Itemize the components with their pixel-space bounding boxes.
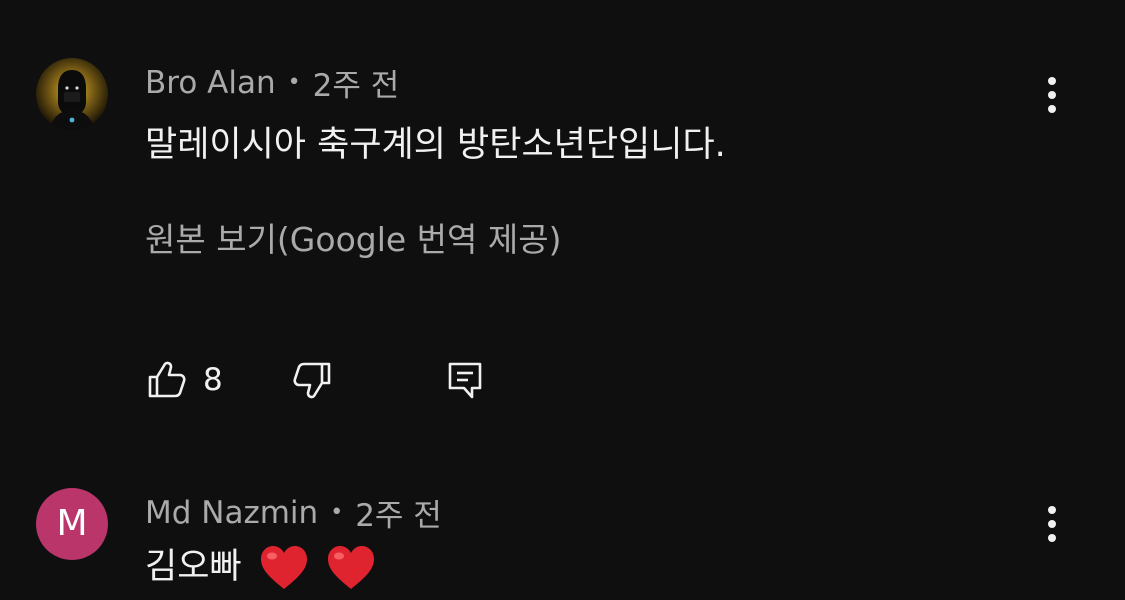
dislike-button[interactable] [292,359,334,401]
reply-comment-icon [448,362,482,399]
comment-meta: Md Nazmin • 2주 전 [145,490,442,535]
more-options-button[interactable] [1030,496,1074,552]
more-vertical-icon [1048,77,1056,113]
comment-actions: 8 [145,352,486,408]
avatar[interactable]: M [36,488,108,560]
comments-screen: Bro Alan • 2주 전 말레이시아 축구계의 방탄소년단입니다. 원본 … [0,0,1125,600]
comment-text: 말레이시아 축구계의 방탄소년단입니다. [145,125,726,165]
comment-item: M Md Nazmin • 2주 전 김오빠 [0,460,1125,600]
author-name[interactable]: Md Nazmin [145,495,318,531]
like-button[interactable] [145,359,187,401]
comment-text-line: 김오빠 [145,538,376,591]
thumbs-up-icon [148,361,186,398]
comment-text: 김오빠 [145,547,242,587]
like-count: 8 [203,362,223,398]
heart-emoji-icon [260,546,307,589]
reply-button[interactable] [444,359,486,401]
comment-meta: Bro Alan • 2주 전 [145,60,399,105]
heart-emoji-icon [327,546,374,589]
comment-time: 2주 전 [312,68,400,104]
more-options-button[interactable] [1030,67,1074,123]
separator-dot: • [287,70,301,95]
more-vertical-icon [1048,506,1056,542]
thumbs-down-icon [293,362,331,399]
avatar-photo-icon [36,58,108,130]
avatar[interactable] [36,58,108,130]
comment-time: 2주 전 [355,498,442,534]
see-original-link[interactable]: 원본 보기(Google 번역 제공) [145,213,561,261]
separator-dot: • [330,500,344,525]
author-name[interactable]: Bro Alan [145,65,276,101]
comment-item: Bro Alan • 2주 전 말레이시아 축구계의 방탄소년단입니다. 원본 … [0,0,1125,460]
